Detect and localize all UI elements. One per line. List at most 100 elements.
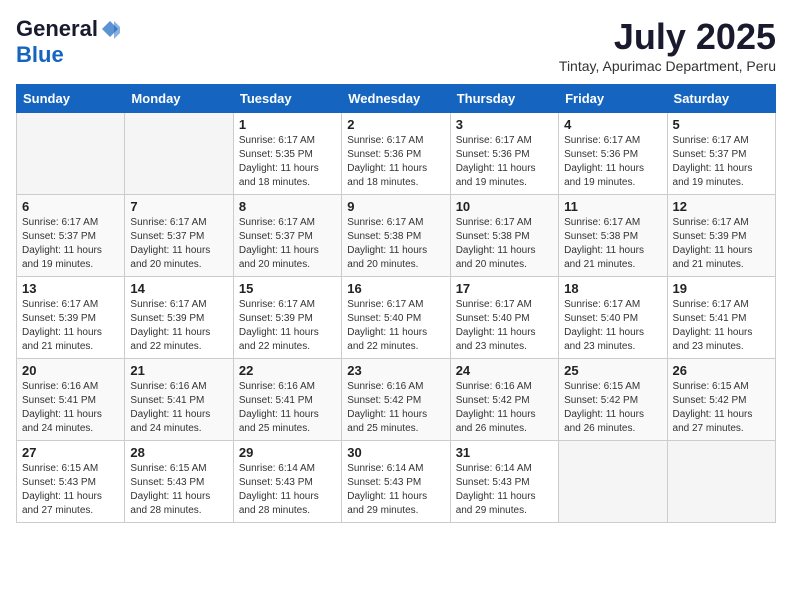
calendar-day-cell <box>17 113 125 195</box>
day-number: 22 <box>239 363 336 378</box>
calendar-day-cell <box>125 113 233 195</box>
day-number: 25 <box>564 363 661 378</box>
calendar-day-cell: 7 Sunrise: 6:17 AMSunset: 5:37 PMDaylight… <box>125 195 233 277</box>
page-header: General Blue July 2025 Tintay, Apurimac … <box>16 16 776 74</box>
weekday-header-sunday: Sunday <box>17 85 125 113</box>
day-number: 14 <box>130 281 227 296</box>
day-number: 20 <box>22 363 119 378</box>
day-info: Sunrise: 6:17 AMSunset: 5:39 PMDaylight:… <box>130 298 227 354</box>
calendar-day-cell: 13 Sunrise: 6:17 AMSunset: 5:39 PMDayligh… <box>17 277 125 359</box>
day-info: Sunrise: 6:14 AMSunset: 5:43 PMDaylight:… <box>239 462 336 518</box>
calendar-day-cell: 27Sunrise: 6:15 AMSunset: 5:43 PMDayligh… <box>17 441 125 523</box>
day-number: 23 <box>347 363 444 378</box>
day-info: Sunrise: 6:17 AMSunset: 5:36 PMDaylight:… <box>347 134 444 190</box>
day-number: 24 <box>456 363 553 378</box>
day-number: 21 <box>130 363 227 378</box>
day-number: 27 <box>22 445 119 460</box>
day-info: Sunrise: 6:14 AMSunset: 5:43 PMDaylight:… <box>347 462 444 518</box>
weekday-header-monday: Monday <box>125 85 233 113</box>
calendar-day-cell: 18 Sunrise: 6:17 AMSunset: 5:40 PMDayligh… <box>559 277 667 359</box>
calendar-day-cell: 1 Sunrise: 6:17 AMSunset: 5:35 PMDaylight… <box>233 113 341 195</box>
calendar-day-cell: 4 Sunrise: 6:17 AMSunset: 5:36 PMDaylight… <box>559 113 667 195</box>
day-info: Sunrise: 6:17 AMSunset: 5:41 PMDaylight:… <box>673 298 770 354</box>
day-number: 15 <box>239 281 336 296</box>
day-number: 6 <box>22 199 119 214</box>
calendar-day-cell: 2 Sunrise: 6:17 AMSunset: 5:36 PMDaylight… <box>342 113 450 195</box>
day-info: Sunrise: 6:17 AMSunset: 5:40 PMDaylight:… <box>347 298 444 354</box>
logo-icon <box>100 19 120 39</box>
day-number: 9 <box>347 199 444 214</box>
day-info: Sunrise: 6:17 AMSunset: 5:37 PMDaylight:… <box>673 134 770 190</box>
weekday-header-tuesday: Tuesday <box>233 85 341 113</box>
calendar-day-cell: 9Sunrise: 6:17 AMSunset: 5:38 PMDaylight… <box>342 195 450 277</box>
calendar-day-cell <box>559 441 667 523</box>
day-info: Sunrise: 6:15 AMSunset: 5:43 PMDaylight:… <box>130 462 227 518</box>
calendar-week-row: 13 Sunrise: 6:17 AMSunset: 5:39 PMDayligh… <box>17 277 776 359</box>
calendar-week-row: 1 Sunrise: 6:17 AMSunset: 5:35 PMDaylight… <box>17 113 776 195</box>
calendar-day-cell: 8Sunrise: 6:17 AMSunset: 5:37 PMDaylight… <box>233 195 341 277</box>
calendar-day-cell <box>667 441 775 523</box>
weekday-header-row: SundayMondayTuesdayWednesdayThursdayFrid… <box>17 85 776 113</box>
calendar-day-cell: 22Sunrise: 6:16 AMSunset: 5:41 PMDayligh… <box>233 359 341 441</box>
day-info: Sunrise: 6:17 AMSunset: 5:37 PMDaylight:… <box>239 216 336 272</box>
day-info: Sunrise: 6:15 AMSunset: 5:42 PMDaylight:… <box>564 380 661 436</box>
logo: General Blue <box>16 16 120 68</box>
logo-blue: Blue <box>16 42 64 67</box>
day-info: Sunrise: 6:16 AMSunset: 5:42 PMDaylight:… <box>347 380 444 436</box>
weekday-header-wednesday: Wednesday <box>342 85 450 113</box>
day-info: Sunrise: 6:17 AMSunset: 5:38 PMDaylight:… <box>564 216 661 272</box>
month-year-title: July 2025 <box>559 16 776 58</box>
calendar-day-cell: 29 Sunrise: 6:14 AMSunset: 5:43 PMDayligh… <box>233 441 341 523</box>
calendar-day-cell: 17 Sunrise: 6:17 AMSunset: 5:40 PMDayligh… <box>450 277 558 359</box>
day-number: 12 <box>673 199 770 214</box>
calendar-day-cell: 15 Sunrise: 6:17 AMSunset: 5:39 PMDayligh… <box>233 277 341 359</box>
day-info: Sunrise: 6:16 AMSunset: 5:42 PMDaylight:… <box>456 380 553 436</box>
weekday-header-saturday: Saturday <box>667 85 775 113</box>
day-number: 17 <box>456 281 553 296</box>
day-number: 2 <box>347 117 444 132</box>
day-number: 18 <box>564 281 661 296</box>
calendar-day-cell: 21 Sunrise: 6:16 AMSunset: 5:41 PMDayligh… <box>125 359 233 441</box>
day-number: 28 <box>130 445 227 460</box>
weekday-header-friday: Friday <box>559 85 667 113</box>
location-subtitle: Tintay, Apurimac Department, Peru <box>559 58 776 74</box>
day-info: Sunrise: 6:17 AMSunset: 5:39 PMDaylight:… <box>673 216 770 272</box>
day-number: 16 <box>347 281 444 296</box>
calendar-week-row: 27 Sunrise: 6:15 AMSunset: 5:43 PMDayligh… <box>17 441 776 523</box>
day-number: 4 <box>564 117 661 132</box>
day-number: 1 <box>239 117 336 132</box>
day-info: Sunrise: 6:17 AMSunset: 5:40 PMDaylight:… <box>564 298 661 354</box>
day-number: 31 <box>456 445 553 460</box>
day-number: 29 <box>239 445 336 460</box>
day-number: 7 <box>130 199 227 214</box>
calendar-day-cell: 20Sunrise: 6:16 AMSunset: 5:41 PMDayligh… <box>17 359 125 441</box>
day-info: Sunrise: 6:17 AMSunset: 5:40 PMDaylight:… <box>456 298 553 354</box>
calendar-week-row: 6 Sunrise: 6:17 AMSunset: 5:37 PMDaylight… <box>17 195 776 277</box>
calendar-day-cell: 19 Sunrise: 6:17 AMSunset: 5:41 PMDayligh… <box>667 277 775 359</box>
day-info: Sunrise: 6:17 AMSunset: 5:38 PMDaylight:… <box>456 216 553 272</box>
title-block: July 2025 Tintay, Apurimac Department, P… <box>559 16 776 74</box>
calendar-day-cell: 26Sunrise: 6:15 AMSunset: 5:42 PMDayligh… <box>667 359 775 441</box>
day-info: Sunrise: 6:17 AMSunset: 5:37 PMDaylight:… <box>130 216 227 272</box>
day-number: 10 <box>456 199 553 214</box>
day-info: Sunrise: 6:16 AMSunset: 5:41 PMDaylight:… <box>130 380 227 436</box>
day-info: Sunrise: 6:17 AMSunset: 5:36 PMDaylight:… <box>564 134 661 190</box>
day-number: 3 <box>456 117 553 132</box>
day-number: 13 <box>22 281 119 296</box>
calendar-day-cell: 12 Sunrise: 6:17 AMSunset: 5:39 PMDayligh… <box>667 195 775 277</box>
day-info: Sunrise: 6:17 AMSunset: 5:36 PMDaylight:… <box>456 134 553 190</box>
day-number: 11 <box>564 199 661 214</box>
calendar-day-cell: 30 Sunrise: 6:14 AMSunset: 5:43 PMDayligh… <box>342 441 450 523</box>
calendar-table: SundayMondayTuesdayWednesdayThursdayFrid… <box>16 84 776 523</box>
calendar-day-cell: 3 Sunrise: 6:17 AMSunset: 5:36 PMDaylight… <box>450 113 558 195</box>
day-info: Sunrise: 6:17 AMSunset: 5:39 PMDaylight:… <box>22 298 119 354</box>
day-info: Sunrise: 6:14 AMSunset: 5:43 PMDaylight:… <box>456 462 553 518</box>
day-number: 19 <box>673 281 770 296</box>
day-info: Sunrise: 6:17 AMSunset: 5:35 PMDaylight:… <box>239 134 336 190</box>
day-info: Sunrise: 6:17 AMSunset: 5:39 PMDaylight:… <box>239 298 336 354</box>
calendar-day-cell: 10 Sunrise: 6:17 AMSunset: 5:38 PMDayligh… <box>450 195 558 277</box>
calendar-day-cell: 28 Sunrise: 6:15 AMSunset: 5:43 PMDayligh… <box>125 441 233 523</box>
calendar-day-cell: 14 Sunrise: 6:17 AMSunset: 5:39 PMDayligh… <box>125 277 233 359</box>
day-number: 30 <box>347 445 444 460</box>
calendar-week-row: 20 Sunrise: 6:16 AMSunset: 5:41 PMDayligh… <box>17 359 776 441</box>
